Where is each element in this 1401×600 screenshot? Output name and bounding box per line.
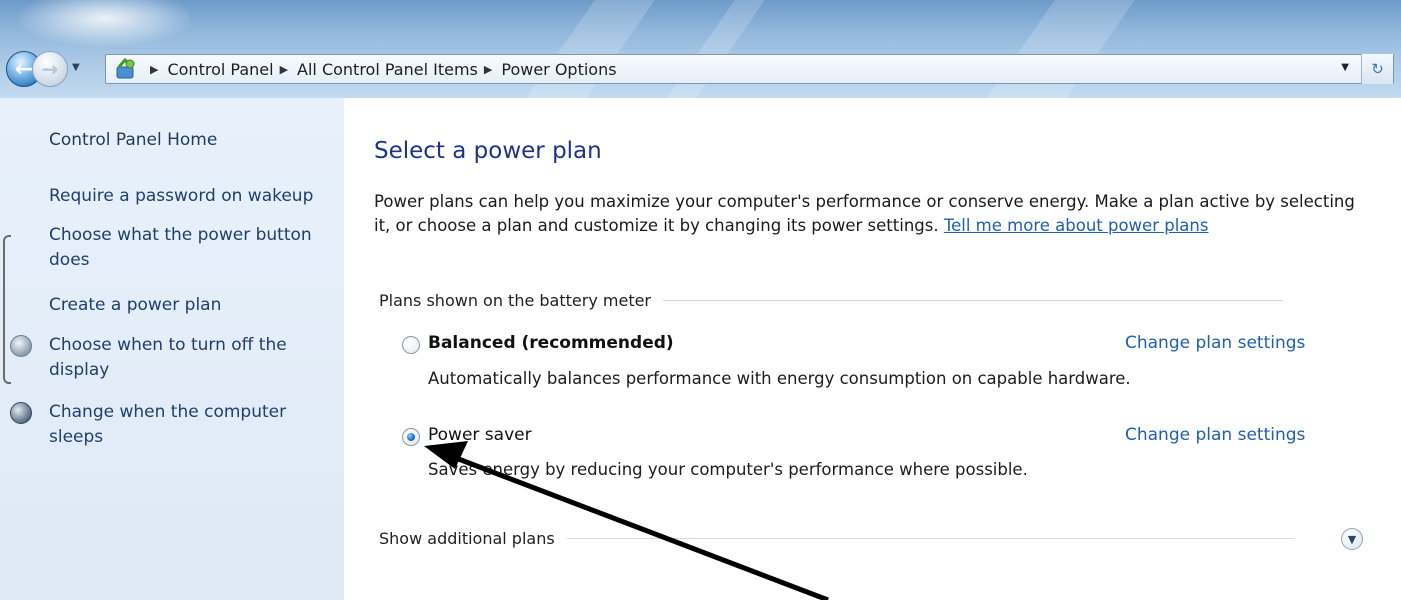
link-line: display (49, 360, 110, 380)
breadcrumb-separator-icon: ▶ (483, 62, 493, 76)
address-history-dropdown[interactable]: ▼ (1341, 62, 1349, 73)
require-password-link[interactable]: Require a password on wakeup (49, 184, 313, 209)
main-content: Select a power plan Power plans can help… (344, 98, 1401, 600)
link-line: sleeps (49, 427, 104, 447)
section-divider (663, 299, 1284, 301)
sleep-icon (10, 402, 32, 424)
breadcrumb-separator-icon: ▶ (150, 62, 159, 76)
balanced-plan-name[interactable]: Balanced (recommended) (428, 333, 674, 353)
glass-glow (20, 0, 190, 46)
refresh-button[interactable]: ↻ (1361, 54, 1393, 84)
balanced-plan-radio[interactable] (402, 336, 420, 354)
link-line: Choose what the power button (49, 225, 312, 245)
section-divider (566, 537, 1295, 539)
forward-arrow-icon: → (41, 57, 59, 81)
balanced-change-settings-link[interactable]: Change plan settings (1125, 333, 1305, 353)
forward-button[interactable]: → (32, 51, 68, 87)
link-line: Choose when to turn off the (49, 335, 287, 355)
power-button-link[interactable]: Choose what the power button does (49, 223, 312, 273)
task-sidebar: Control Panel Home Require a password on… (0, 98, 344, 600)
breadcrumb-all-items[interactable]: ▶ All Control Panel Items (274, 60, 478, 79)
balanced-plan-description: Automatically balances performance with … (428, 369, 1131, 388)
tell-me-more-link[interactable]: Tell me more about power plans (944, 216, 1209, 235)
show-additional-plans-button[interactable]: ▼ (1341, 528, 1363, 550)
breadcrumb-label: All Control Panel Items (297, 59, 478, 79)
recent-pages-dropdown[interactable]: ▼ (72, 62, 80, 73)
breadcrumb-control-panel[interactable]: ▶ Control Panel (144, 60, 274, 79)
section-label: Plans shown on the battery meter (379, 290, 652, 310)
breadcrumb-separator-icon: ▶ (279, 62, 289, 76)
breadcrumb-power-options[interactable]: ▶ Power Options (478, 60, 617, 79)
page-description: Power plans can help you maximize your c… (374, 190, 1359, 238)
breadcrumb-label: Power Options (501, 59, 617, 79)
power-saver-plan-radio[interactable] (402, 428, 420, 446)
battery-meter-section: Plans shown on the battery meter (379, 290, 1348, 310)
address-bar[interactable]: ▶ Control Panel ▶ All Control Panel Item… (105, 54, 1394, 84)
power-saver-change-settings-link[interactable]: Change plan settings (1125, 425, 1305, 445)
display-icon (10, 335, 32, 357)
title-bar: ← → ▼ ▶ Control Panel ▶ All Control Pane… (0, 0, 1401, 98)
page-title: Select a power plan (374, 138, 602, 164)
link-line: Change when the computer (49, 402, 287, 422)
section-label: Show additional plans (379, 528, 555, 548)
computer-sleep-link[interactable]: Change when the computer sleeps (49, 400, 286, 450)
additional-plans-section[interactable]: Show additional plans (379, 528, 1339, 548)
control-panel-home-link[interactable]: Control Panel Home (49, 128, 217, 153)
control-panel-icon (114, 57, 138, 80)
link-line: does (49, 250, 90, 270)
power-saver-plan-description: Saves energy by reducing your computer's… (428, 460, 1028, 479)
sidebar-edge-bracket (3, 235, 11, 384)
back-arrow-icon: ← (14, 56, 34, 82)
power-options-window: ← → ▼ ▶ Control Panel ▶ All Control Pane… (0, 0, 1401, 600)
power-saver-plan-name[interactable]: Power saver (428, 425, 532, 445)
create-power-plan-link[interactable]: Create a power plan (49, 293, 221, 318)
breadcrumb-label: Control Panel (167, 59, 274, 79)
radio-selected-dot (407, 433, 415, 441)
expand-chevron-icon: ▼ (1347, 532, 1357, 546)
display-off-link[interactable]: Choose when to turn off the display (49, 333, 287, 383)
refresh-icon: ↻ (1371, 60, 1384, 78)
